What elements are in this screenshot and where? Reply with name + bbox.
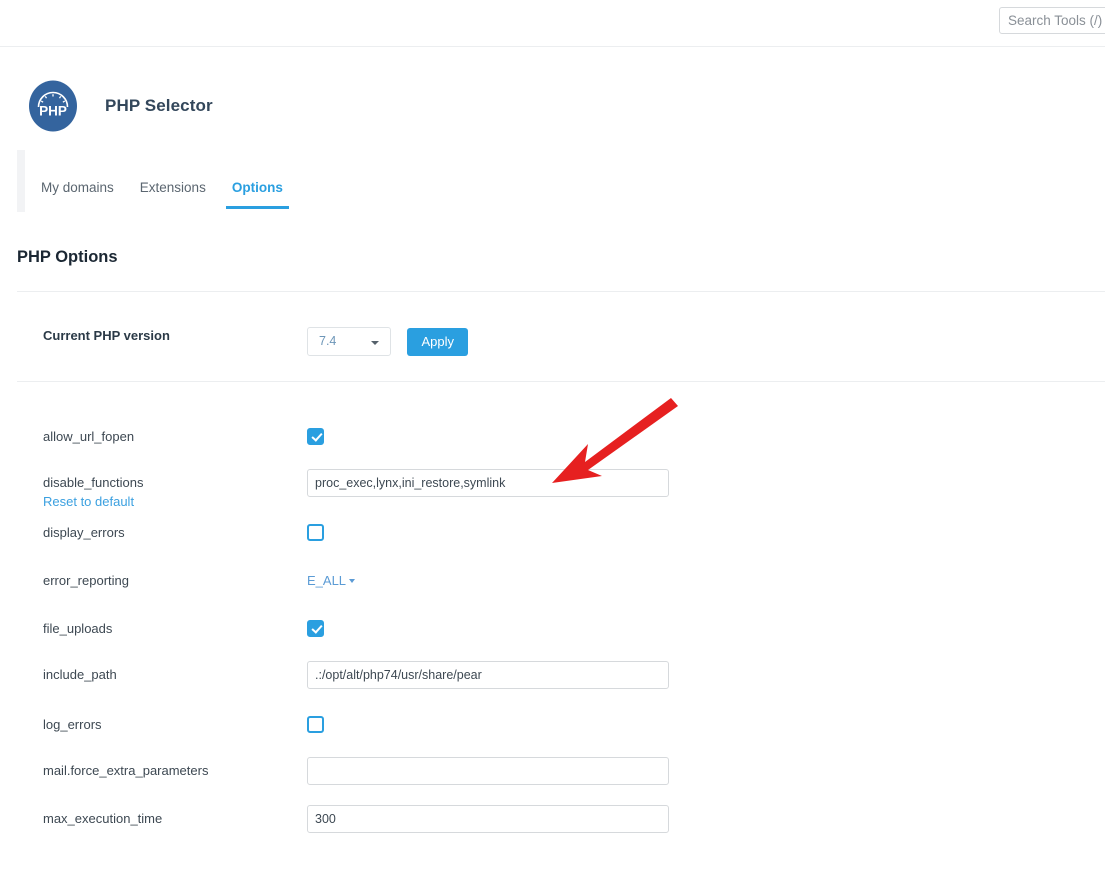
row-label-max-execution-time: max_execution_time	[0, 810, 307, 827]
tab-bar: My domains Extensions Options	[41, 180, 283, 209]
php-version-select[interactable]: 7.4	[307, 327, 391, 356]
error-reporting-value: E_ALL	[307, 573, 346, 588]
app-header: PHP PHP Selector	[27, 80, 213, 132]
row-label-log-errors: log_errors	[0, 716, 307, 733]
row-control-allow-url-fopen	[307, 428, 1105, 445]
row-error-reporting: error_reporting E_ALL	[0, 572, 1105, 590]
checkbox-display-errors[interactable]	[307, 524, 324, 541]
tab-my-domains[interactable]: My domains	[41, 180, 114, 209]
row-label-disable-functions-text: disable_functions	[43, 475, 143, 490]
chevron-down-icon	[371, 341, 379, 345]
php-logo-text: PHP	[39, 104, 67, 119]
row-control-include-path	[307, 666, 1105, 689]
row-control-log-errors	[307, 716, 1105, 733]
row-log-errors: log_errors	[0, 716, 1105, 733]
row-control-current-php-version: 7.4 Apply	[307, 327, 1105, 356]
checkbox-file-uploads[interactable]	[307, 620, 324, 637]
divider-top	[17, 291, 1105, 292]
row-control-display-errors	[307, 524, 1105, 541]
page-title: PHP Options	[17, 248, 118, 267]
chevron-down-icon	[349, 579, 355, 583]
row-control-file-uploads	[307, 620, 1105, 637]
row-label-display-errors: display_errors	[0, 524, 307, 541]
row-include-path: include_path	[0, 666, 1105, 689]
input-mail-force-extra-parameters[interactable]	[307, 757, 669, 785]
php-selector-page: PHP PHP Selector My domains Extensions O…	[0, 0, 1105, 875]
top-bar	[0, 0, 1105, 47]
search-tools-wrapper	[999, 7, 1105, 34]
input-max-execution-time[interactable]	[307, 805, 669, 833]
reset-to-default-link[interactable]: Reset to default	[43, 493, 307, 510]
row-control-error-reporting: E_ALL	[307, 572, 1105, 590]
php-logo-icon: PHP	[27, 80, 79, 132]
error-reporting-dropdown[interactable]: E_ALL	[307, 573, 355, 588]
row-display-errors: display_errors	[0, 524, 1105, 541]
apply-button[interactable]: Apply	[407, 328, 468, 356]
tab-extensions[interactable]: Extensions	[140, 180, 206, 209]
divider-version	[17, 381, 1105, 382]
row-label-current-php-version: Current PHP version	[0, 327, 307, 344]
row-control-max-execution-time	[307, 810, 1105, 833]
tab-options[interactable]: Options	[232, 180, 283, 209]
search-tools-input[interactable]	[999, 7, 1105, 34]
row-disable-functions: disable_functions Reset to default	[0, 474, 1105, 510]
row-label-allow-url-fopen: allow_url_fopen	[0, 428, 307, 445]
row-current-php-version: Current PHP version 7.4 Apply	[0, 327, 1105, 356]
row-mail-force-extra-parameters: mail.force_extra_parameters	[0, 762, 1105, 785]
row-label-include-path: include_path	[0, 666, 307, 683]
left-accent-bar	[17, 150, 25, 212]
row-label-mail-force-extra-parameters: mail.force_extra_parameters	[0, 762, 307, 779]
app-title: PHP Selector	[105, 96, 213, 116]
row-file-uploads: file_uploads	[0, 620, 1105, 637]
row-max-execution-time: max_execution_time	[0, 810, 1105, 833]
php-version-select-value: 7.4	[319, 334, 336, 348]
input-disable-functions[interactable]	[307, 469, 669, 497]
checkbox-allow-url-fopen[interactable]	[307, 428, 324, 445]
row-control-mail-force-extra-parameters	[307, 762, 1105, 785]
row-allow-url-fopen: allow_url_fopen	[0, 428, 1105, 445]
checkbox-log-errors[interactable]	[307, 716, 324, 733]
row-control-disable-functions	[307, 474, 1105, 497]
row-label-disable-functions: disable_functions Reset to default	[0, 474, 307, 510]
row-label-error-reporting: error_reporting	[0, 572, 307, 589]
row-label-file-uploads: file_uploads	[0, 620, 307, 637]
input-include-path[interactable]	[307, 661, 669, 689]
